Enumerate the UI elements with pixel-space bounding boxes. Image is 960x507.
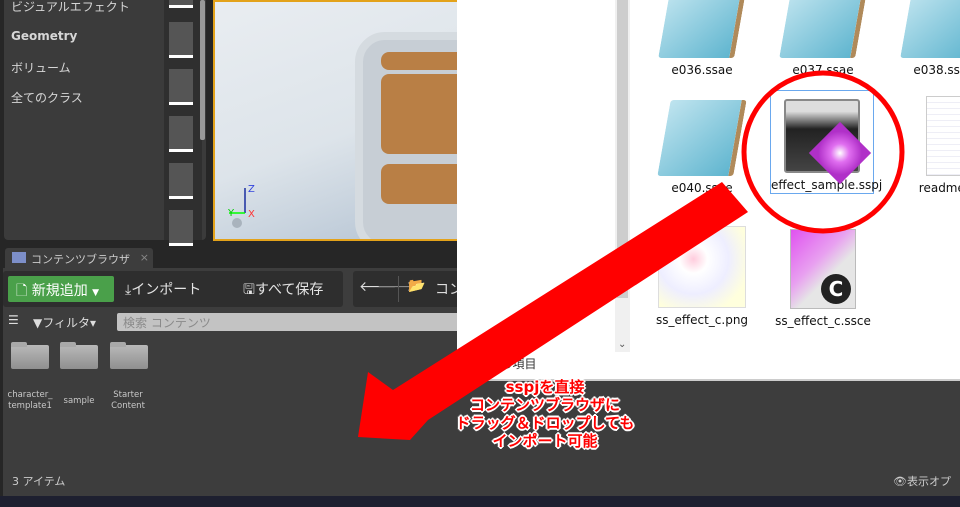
text-file-icon <box>926 96 960 176</box>
filter-button[interactable]: ▼フィルタ▾ <box>33 314 96 331</box>
tab-label: コンテンツブラウザ <box>31 253 130 266</box>
sources-toggle-icon[interactable]: ☰ <box>8 313 19 327</box>
folder-open-icon[interactable]: 📂 <box>408 278 425 294</box>
file-item[interactable]: readme.txt <box>897 96 960 196</box>
content-browser-icon <box>12 252 26 263</box>
folder-label[interactable]: Starter Content <box>98 390 158 412</box>
notepad-icon <box>658 0 746 58</box>
sspj-icon <box>784 99 872 185</box>
eye-icon: 👁 <box>893 475 907 488</box>
file-item[interactable]: Css_effect_c.ssce <box>768 229 878 329</box>
file-icon: 🗋 <box>16 283 28 299</box>
axis-z-label: Z <box>248 184 255 195</box>
file-name: readme.txt <box>918 181 960 195</box>
annotation-line: sspjを直接 <box>505 378 585 396</box>
path-bar: 🡐 🡒 📂 コン <box>353 271 463 307</box>
cylinder-icon[interactable] <box>169 210 193 246</box>
help-icon[interactable] <box>232 218 242 228</box>
tab-content-browser[interactable]: コンテンツブラウザ × <box>5 248 153 268</box>
folder-icon[interactable] <box>60 342 98 369</box>
save-all-label: すべて保存 <box>254 282 324 298</box>
category-visual-effects[interactable]: ビジュアルエフェクト <box>11 0 130 15</box>
file-item[interactable]: e037.ssae <box>768 0 878 78</box>
item-count: 3 アイテム <box>12 475 66 488</box>
chevron-down-icon[interactable]: ⌄ <box>618 339 626 350</box>
close-tab-icon[interactable]: × <box>140 251 149 264</box>
folder-icon[interactable] <box>110 342 148 369</box>
add-new-label: 新規追加 <box>31 283 88 299</box>
chair-mesh <box>355 32 458 239</box>
file-item[interactable]: ss_effect_c.png <box>647 226 757 328</box>
content-browser-toolbar: 🗋 新規追加 ▼ ⤓インポート 🖫すべて保存 <box>3 271 343 307</box>
annotation-text: sspjを直接 コンテンツブラウザに ドラッグ＆ドロップしても インポート可能 <box>425 378 665 450</box>
chevron-down-icon: ▼ <box>92 288 100 298</box>
taskbar-strip <box>0 496 960 507</box>
folder-icon[interactable] <box>11 342 49 369</box>
category-geometry[interactable]: Geometry <box>11 29 77 43</box>
file-item[interactable]: e036.ssae <box>647 0 757 78</box>
import-label: インポート <box>131 282 202 298</box>
save-all-button[interactable]: 🖫すべて保存 <box>243 279 323 303</box>
file-name: e038.ssae <box>913 63 960 77</box>
notepad-icon <box>900 0 960 58</box>
notepad-icon <box>779 0 867 58</box>
file-explorer-window: ⌄ e036.ssae e037.ssae e038.ssae e040.ssa… <box>457 0 960 381</box>
annotation-line: ドラッグ＆ドロップしても <box>455 414 635 432</box>
file-name: ss_effect_c.ssce <box>775 314 871 328</box>
import-button[interactable]: ⤓インポート <box>125 279 201 299</box>
category-all-classes[interactable]: 全てのクラス <box>11 89 83 106</box>
file-item-selected[interactable]: effect_sample.sspj <box>770 90 882 194</box>
filter-label: フィルタ <box>42 316 90 330</box>
ssce-icon: C <box>790 229 856 309</box>
annotation-line: コンテンツブラウザに <box>469 396 620 414</box>
light-bulb-icon[interactable] <box>169 22 193 58</box>
file-name: e036.ssae <box>671 63 733 77</box>
player-start-icon[interactable] <box>169 69 193 105</box>
view-options-label: 表示オプ <box>906 475 951 488</box>
add-new-button[interactable]: 🗋 新規追加 ▼ <box>8 276 114 302</box>
axis-x-label: X <box>248 209 255 220</box>
file-name: effect_sample.sspj <box>771 178 883 192</box>
actor-thumb-icon[interactable] <box>169 0 193 8</box>
axis-y-label: Y <box>227 208 235 219</box>
search-input[interactable]: 検索 コンテンツ <box>117 313 462 331</box>
nav-pane-scrollbar[interactable]: ⌄ <box>615 0 630 352</box>
panel-scrollbar[interactable] <box>200 0 205 140</box>
place-actors-panel: ビジュアルエフェクト Geometry ボリューム 全てのクラス <box>4 0 206 246</box>
category-volumes[interactable]: ボリューム <box>11 59 71 76</box>
level-viewport[interactable]: Z Y X <box>213 0 458 241</box>
png-thumbnail <box>658 226 746 308</box>
sphere-icon[interactable] <box>169 163 193 199</box>
save-icon: 🖫 <box>243 282 255 298</box>
cube-icon[interactable] <box>169 116 193 152</box>
file-name: e037.ssae <box>792 63 854 77</box>
file-item[interactable]: e040.ssae <box>647 100 757 196</box>
actor-thumbnails <box>164 0 202 246</box>
view-options-button[interactable]: 👁表示オプ <box>893 473 951 489</box>
filter-row: ☰ ▼フィルタ▾ 検索 コンテンツ <box>5 311 462 333</box>
file-name: ss_effect_c.png <box>655 313 749 327</box>
status-bar-text: 7 個の項目 <box>477 357 537 371</box>
annotation-line: インポート可能 <box>492 432 598 450</box>
axis-gizmo: Z Y X <box>227 184 255 228</box>
notepad-icon <box>657 100 747 176</box>
file-item[interactable]: e038.ssae <box>889 0 960 78</box>
file-name: e040.ssae <box>671 181 733 195</box>
